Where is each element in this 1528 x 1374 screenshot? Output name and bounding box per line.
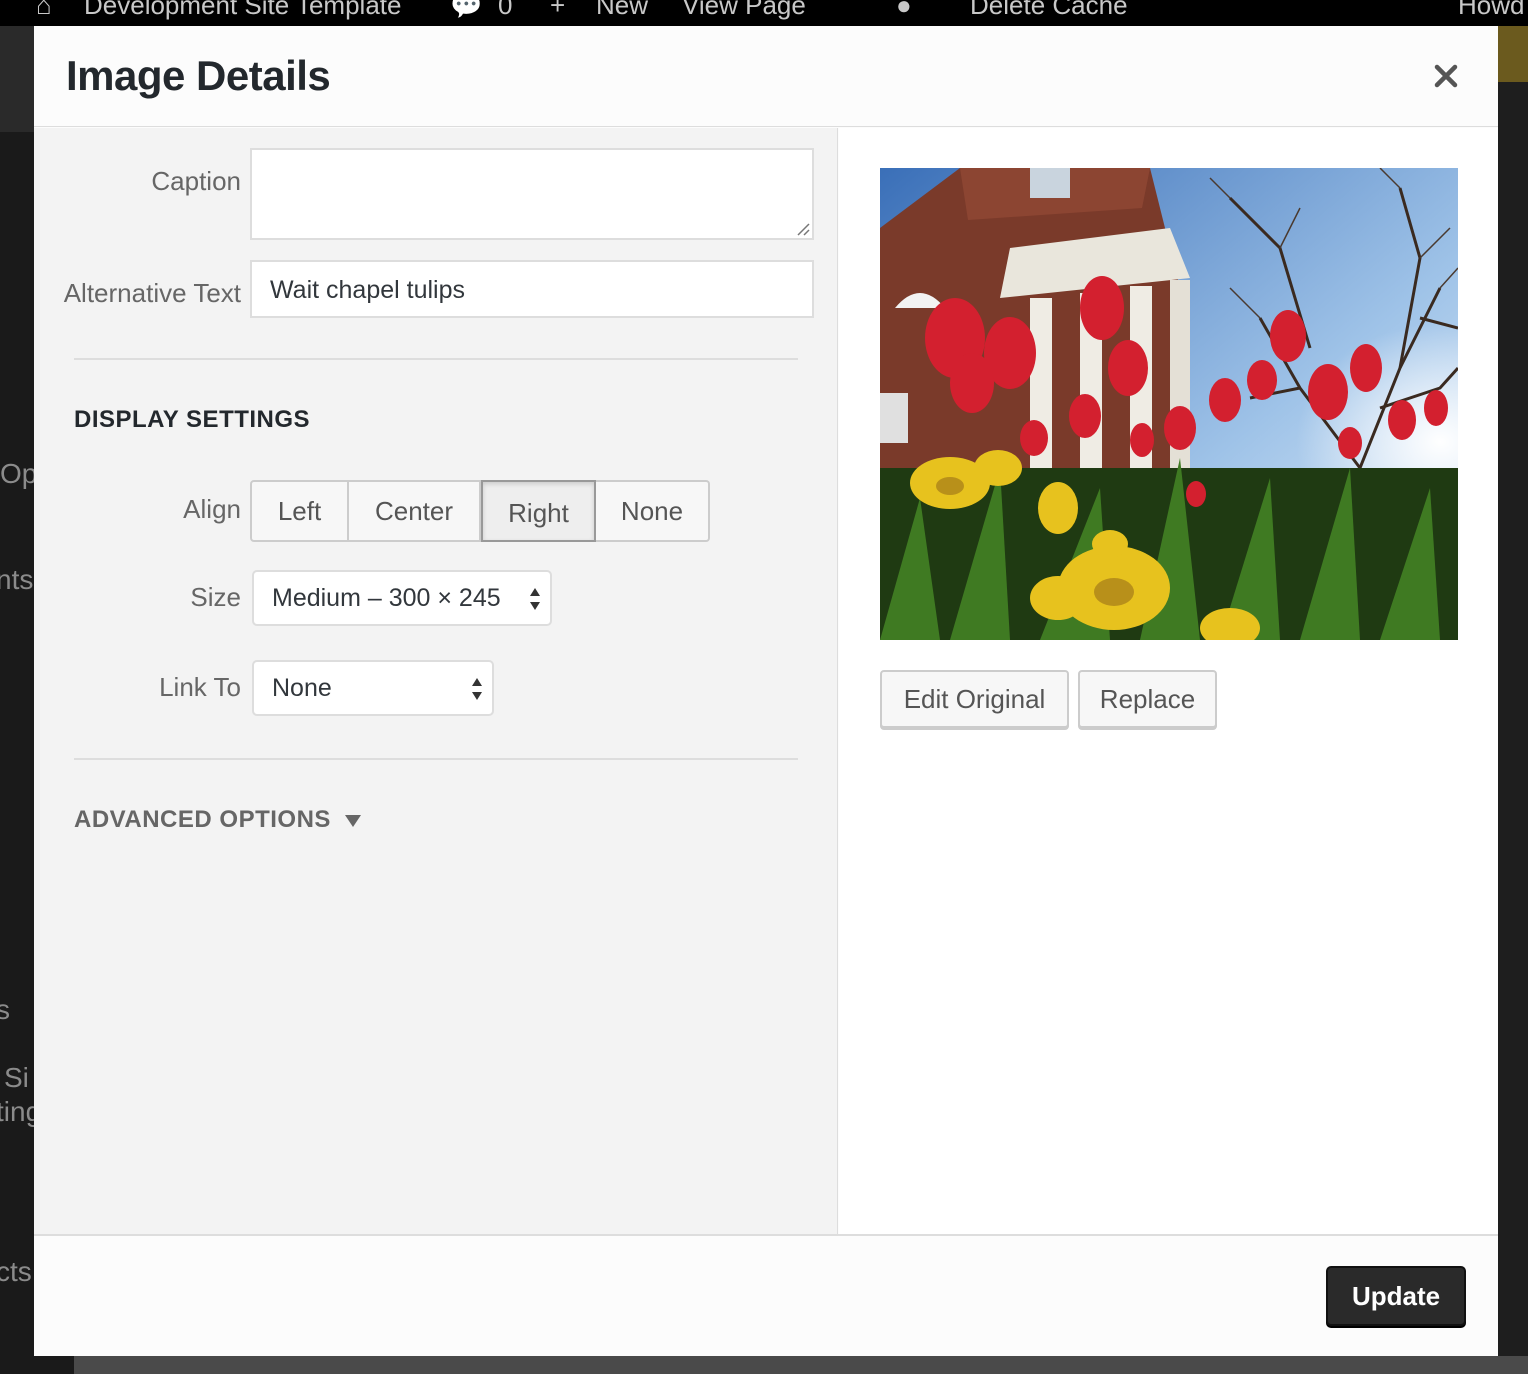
admin-bar-new[interactable]: New xyxy=(596,0,648,21)
plus-icon[interactable]: + xyxy=(550,0,565,21)
admin-bar-site-name[interactable]: Development Site Template xyxy=(84,0,401,21)
close-button[interactable] xyxy=(1430,60,1462,92)
background-right-edge xyxy=(1496,26,1528,1374)
admin-bar-view-page[interactable]: View Page xyxy=(682,0,806,21)
background-notice xyxy=(1496,26,1528,82)
alt-text-input[interactable]: Wait chapel tulips xyxy=(250,260,814,318)
link-to-select-value: None xyxy=(272,674,332,702)
menu-fragment: Op xyxy=(0,458,38,489)
triangle-down-icon xyxy=(344,814,361,827)
size-label: Size xyxy=(190,582,241,612)
replace-button[interactable]: Replace xyxy=(1078,670,1217,728)
image-preview xyxy=(880,168,1458,640)
resize-grip-icon[interactable] xyxy=(794,220,810,236)
divider xyxy=(74,358,798,360)
align-label: Align xyxy=(183,494,241,524)
circle-icon[interactable]: ● xyxy=(896,0,912,21)
align-none-button[interactable]: None xyxy=(596,480,710,542)
update-button[interactable]: Update xyxy=(1326,1266,1466,1326)
advanced-options-toggle[interactable]: ADVANCED OPTIONS xyxy=(74,806,361,834)
image-details-modal: Image Details Caption Alternative Text W… xyxy=(34,26,1498,1356)
home-icon[interactable]: ⌂ xyxy=(36,0,52,21)
divider xyxy=(74,758,798,760)
tulips-photo xyxy=(880,168,1458,640)
background-bottom-edge xyxy=(74,1356,1528,1374)
select-arrows-icon xyxy=(530,588,540,610)
size-select-value: Medium – 300 × 245 xyxy=(272,584,501,612)
align-center-button[interactable]: Center xyxy=(349,480,481,542)
caption-textarea[interactable] xyxy=(250,148,814,240)
link-to-label: Link To xyxy=(159,672,241,702)
admin-bar-howdy[interactable]: Howd xyxy=(1458,0,1524,21)
menu-fragment: cts xyxy=(0,1256,32,1287)
admin-bar-comments-count[interactable]: 0 xyxy=(498,0,512,21)
image-preview-pane: Edit Original Replace xyxy=(839,128,1498,1234)
comment-icon[interactable]: 💬 xyxy=(450,0,482,21)
align-right-button[interactable]: Right xyxy=(481,480,596,542)
modal-header: Image Details xyxy=(34,26,1498,127)
advanced-options-label: ADVANCED OPTIONS xyxy=(74,806,331,833)
menu-fragment: s xyxy=(0,994,10,1025)
admin-bar: ⌂ Development Site Template 💬 0 + New Vi… xyxy=(0,0,1528,26)
size-select[interactable]: Medium – 300 × 245 xyxy=(252,570,552,626)
select-arrows-icon xyxy=(472,678,482,700)
align-button-group: Left Center Right None xyxy=(250,480,710,542)
close-icon xyxy=(1434,64,1458,88)
menu-fragment: nts xyxy=(0,564,34,595)
edit-original-button[interactable]: Edit Original xyxy=(880,670,1069,728)
admin-bar-delete-cache[interactable]: Delete Cache xyxy=(970,0,1128,21)
menu-fragment: Si xyxy=(4,1062,29,1093)
align-left-button[interactable]: Left xyxy=(250,480,349,542)
modal-footer: Update xyxy=(34,1234,1498,1356)
caption-label: Caption xyxy=(151,166,241,196)
modal-title: Image Details xyxy=(66,52,331,99)
display-settings-heading: DISPLAY SETTINGS xyxy=(74,406,311,433)
alt-text-label: Alternative Text xyxy=(63,278,241,308)
link-to-select[interactable]: None xyxy=(252,660,494,716)
settings-pane: Caption Alternative Text Wait chapel tul… xyxy=(34,128,838,1234)
menu-highlight xyxy=(0,26,34,132)
